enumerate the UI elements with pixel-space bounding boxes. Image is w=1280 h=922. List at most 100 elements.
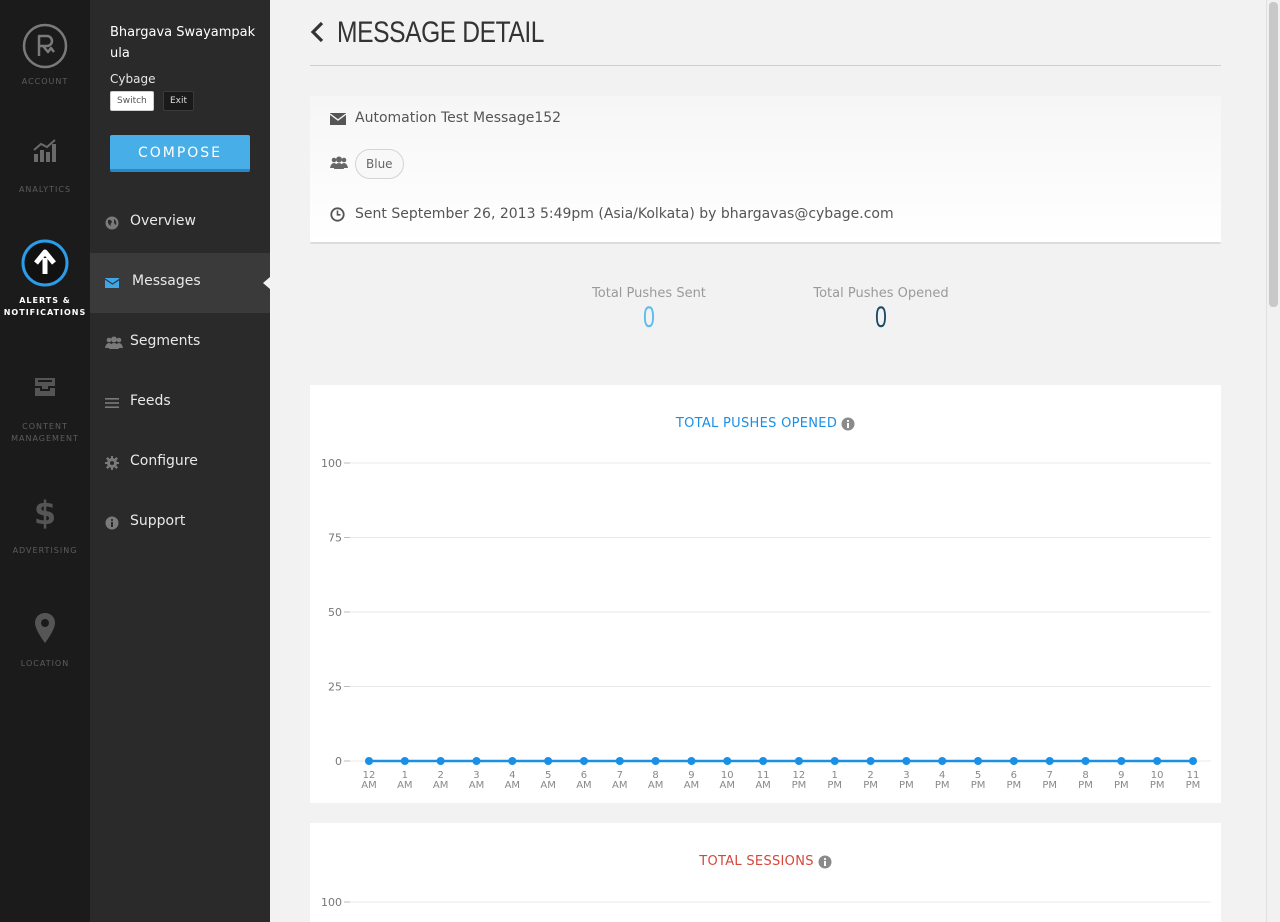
y-tick-label: 75	[328, 532, 342, 545]
page-title: MESSAGE DETAIL	[337, 16, 545, 49]
nav-item-label: Segments	[130, 333, 201, 349]
x-tick-label: PM	[1042, 780, 1057, 791]
nav-item-feeds[interactable]: Feeds	[90, 373, 270, 433]
rail-content-management[interactable]: Content Management	[0, 375, 90, 445]
x-tick-label: PM	[935, 780, 950, 791]
x-tick-label: AM	[361, 780, 376, 791]
x-tick-label: PM	[971, 780, 986, 791]
x-tick-label: PM	[1078, 780, 1093, 791]
active-caret	[263, 277, 270, 289]
x-tick-label: PM	[1186, 780, 1201, 791]
info-circle-icon	[105, 516, 119, 530]
nav-item-label: Messages	[132, 273, 201, 289]
scroll-thumb[interactable]	[1269, 2, 1278, 307]
x-tick-label: AM	[612, 780, 627, 791]
svg-text:$: $	[35, 495, 55, 531]
x-tick-label: PM	[1114, 780, 1129, 791]
data-point	[794, 757, 803, 765]
stat-value: 0	[875, 301, 887, 334]
segment-pill[interactable]: Blue	[355, 149, 404, 179]
data-point	[400, 757, 409, 765]
stat-label: Total Pushes Sent	[592, 286, 706, 301]
brand-logo-icon	[22, 23, 68, 69]
nav-item-label: Overview	[130, 213, 196, 229]
nav-sidebar: Bhargava Swayampakula Cybage Switch Exit…	[90, 0, 270, 922]
rail-label: Advertising	[12, 546, 78, 555]
page-scrollbar[interactable]	[1266, 0, 1280, 922]
message-detail-card: Automation Test Message152 Blue Sent Sep…	[310, 96, 1221, 244]
x-tick-label: AM	[684, 780, 699, 791]
icon-rail: Account Analytics Alerts & Notifications…	[0, 0, 90, 922]
chart-total-sessions: 100	[321, 896, 1211, 909]
y-tick-label: 0	[335, 755, 342, 768]
rail-label: Location	[20, 659, 70, 668]
x-tick-label: AM	[540, 780, 555, 791]
x-tick-label: AM	[720, 780, 735, 791]
data-point	[902, 757, 911, 765]
rail-analytics[interactable]: Analytics	[0, 138, 90, 196]
x-tick-label: AM	[505, 780, 520, 791]
data-point	[866, 757, 875, 765]
nav-item-configure[interactable]: Configure	[90, 433, 270, 493]
envelope-icon	[330, 113, 346, 125]
rail-label: Content	[22, 422, 68, 431]
y-tick-label: 100	[321, 896, 342, 909]
main-content: MESSAGE DETAIL Automation Test Message15…	[270, 0, 1266, 922]
rail-label: Account	[21, 77, 69, 86]
map-pin-icon	[35, 613, 55, 643]
stat-pushes-sent: Total Pushes Sent 0	[579, 286, 719, 335]
x-tick-label: AM	[755, 780, 770, 791]
nav-item-overview[interactable]: Overview	[90, 193, 270, 253]
data-point	[1081, 757, 1090, 765]
data-point	[938, 757, 947, 765]
stat-pushes-opened: Total Pushes Opened 0	[801, 286, 961, 335]
nav-item-label: Support	[130, 513, 186, 529]
x-tick-label: PM	[1007, 780, 1022, 791]
data-point	[1045, 757, 1054, 765]
data-point	[544, 757, 553, 765]
rail-label: Alerts &	[19, 296, 71, 305]
group-icon	[330, 156, 348, 169]
x-tick-label: PM	[792, 780, 807, 791]
x-tick-label: PM	[1150, 780, 1165, 791]
nav-item-messages[interactable]: Messages	[90, 253, 270, 313]
x-tick-label: PM	[899, 780, 914, 791]
x-tick-label: AM	[469, 780, 484, 791]
exit-button[interactable]: Exit	[163, 91, 195, 111]
nav-item-segments[interactable]: Segments	[90, 313, 270, 373]
x-tick-label: AM	[433, 780, 448, 791]
data-point	[615, 757, 624, 765]
y-tick-label: 25	[328, 681, 342, 694]
nav-item-support[interactable]: Support	[90, 493, 270, 553]
y-tick-label: 100	[321, 457, 342, 470]
data-point	[579, 757, 588, 765]
data-point	[365, 757, 373, 765]
list-icon	[105, 398, 119, 408]
chart-card-pushes-opened: TOTAL PUSHES OPENED 0 25 50 75 100 12 AM 1 AM 2 AM…	[310, 385, 1221, 803]
rail-account[interactable]: Account	[0, 22, 90, 88]
x-tick-label: PM	[863, 780, 878, 791]
stat-label: Total Pushes Opened	[813, 286, 949, 301]
switch-button[interactable]: Switch	[110, 91, 154, 111]
rail-label-line2: Notifications	[3, 308, 87, 317]
rail-location[interactable]: Location	[0, 612, 90, 670]
chart-card-total-sessions: TOTAL SESSIONS 100	[310, 823, 1221, 922]
nav-item-label: Feeds	[130, 393, 171, 409]
chart-pushes-opened: 025507510012AM1AM2AM3AM4AM5AM6AM7AM8AM9A…	[321, 457, 1211, 791]
back-chevron-icon[interactable]	[310, 21, 326, 43]
data-point	[1189, 757, 1197, 765]
compose-button[interactable]: COMPOSE	[110, 135, 250, 172]
org-name: Cybage	[110, 72, 156, 86]
rail-advertising[interactable]: $ Advertising	[0, 495, 90, 557]
x-tick-label: AM	[397, 780, 412, 791]
rail-alerts-notifications[interactable]: Alerts & Notifications	[0, 239, 90, 319]
clock-icon	[330, 207, 345, 222]
inbox-icon	[35, 378, 55, 396]
x-tick-label: PM	[827, 780, 842, 791]
nav-item-label: Configure	[130, 453, 198, 469]
dollar-icon: $	[35, 495, 55, 531]
data-point	[830, 757, 839, 765]
y-tick-label: 50	[328, 606, 342, 619]
data-point	[1117, 757, 1126, 765]
globe-icon	[105, 216, 119, 230]
